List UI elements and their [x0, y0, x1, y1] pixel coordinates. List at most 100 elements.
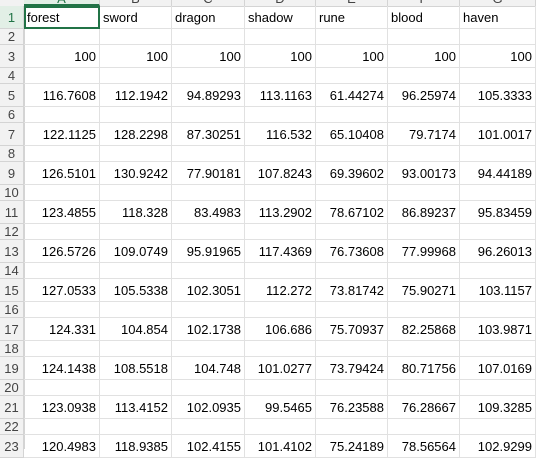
cell-b9[interactable]: 130.9242	[100, 162, 172, 185]
cell-g17[interactable]: 103.9871	[460, 318, 536, 341]
cell-a20[interactable]	[24, 380, 100, 396]
cell-f8[interactable]	[388, 146, 460, 162]
cell-e15[interactable]: 73.81742	[316, 279, 388, 302]
cell-c11[interactable]: 83.4983	[172, 201, 245, 224]
spreadsheet-grid[interactable]: ABCDEFG 1forestsworddragonshadowrunebloo…	[0, 0, 536, 458]
cell-b15[interactable]: 105.5338	[100, 279, 172, 302]
cell-e17[interactable]: 75.70937	[316, 318, 388, 341]
cell-g20[interactable]	[460, 380, 536, 396]
cell-g21[interactable]: 109.3285	[460, 396, 536, 419]
cell-e9[interactable]: 69.39602	[316, 162, 388, 185]
cell-e7[interactable]: 65.10408	[316, 123, 388, 146]
cell-a15[interactable]: 127.0533	[24, 279, 100, 302]
cell-d12[interactable]	[245, 224, 316, 240]
cell-a11[interactable]: 123.4855	[24, 201, 100, 224]
cell-g2[interactable]	[460, 29, 536, 45]
cell-g4[interactable]	[460, 68, 536, 84]
cell-c7[interactable]: 87.30251	[172, 123, 245, 146]
cell-f2[interactable]	[388, 29, 460, 45]
cell-d21[interactable]: 99.5465	[245, 396, 316, 419]
cell-e8[interactable]	[316, 146, 388, 162]
cell-f10[interactable]	[388, 185, 460, 201]
cell-d15[interactable]: 112.272	[245, 279, 316, 302]
cell-c14[interactable]	[172, 263, 245, 279]
cell-d6[interactable]	[245, 107, 316, 123]
cell-b3[interactable]: 100	[100, 45, 172, 68]
cell-b10[interactable]	[100, 185, 172, 201]
cell-e22[interactable]	[316, 419, 388, 435]
row-header-3[interactable]: 3	[0, 45, 24, 68]
cell-f17[interactable]: 82.25868	[388, 318, 460, 341]
cell-e3[interactable]: 100	[316, 45, 388, 68]
cell-d23[interactable]: 101.4102	[245, 435, 316, 458]
cell-c21[interactable]: 102.0935	[172, 396, 245, 419]
cell-f5[interactable]: 96.25974	[388, 84, 460, 107]
cell-e11[interactable]: 78.67102	[316, 201, 388, 224]
cell-f18[interactable]	[388, 341, 460, 357]
row-header-21[interactable]: 21	[0, 396, 24, 419]
cell-a21[interactable]: 123.0938	[24, 396, 100, 419]
cell-d4[interactable]	[245, 68, 316, 84]
cell-g18[interactable]	[460, 341, 536, 357]
cell-a17[interactable]: 124.331	[24, 318, 100, 341]
cell-a7[interactable]: 122.1125	[24, 123, 100, 146]
cell-f22[interactable]	[388, 419, 460, 435]
cell-f14[interactable]	[388, 263, 460, 279]
cell-a8[interactable]	[24, 146, 100, 162]
cell-d7[interactable]: 116.532	[245, 123, 316, 146]
cell-d9[interactable]: 107.8243	[245, 162, 316, 185]
cell-d13[interactable]: 117.4369	[245, 240, 316, 263]
row-header-16[interactable]: 16	[0, 302, 24, 318]
row-header-6[interactable]: 6	[0, 107, 24, 123]
cell-b5[interactable]: 112.1942	[100, 84, 172, 107]
cell-a2[interactable]	[24, 29, 100, 45]
cell-e4[interactable]	[316, 68, 388, 84]
cell-b12[interactable]	[100, 224, 172, 240]
cell-a18[interactable]	[24, 341, 100, 357]
cell-f13[interactable]: 77.99968	[388, 240, 460, 263]
cell-b4[interactable]	[100, 68, 172, 84]
cell-g9[interactable]: 94.44189	[460, 162, 536, 185]
row-header-10[interactable]: 10	[0, 185, 24, 201]
cell-d19[interactable]: 101.0277	[245, 357, 316, 380]
cell-d14[interactable]	[245, 263, 316, 279]
cell-c23[interactable]: 102.4155	[172, 435, 245, 458]
cell-c4[interactable]	[172, 68, 245, 84]
row-header-22[interactable]: 22	[0, 419, 24, 435]
cell-d18[interactable]	[245, 341, 316, 357]
cell-g7[interactable]: 101.0017	[460, 123, 536, 146]
row-header-7[interactable]: 7	[0, 123, 24, 146]
row-header-8[interactable]: 8	[0, 146, 24, 162]
cell-a1[interactable]: forest	[24, 6, 100, 29]
cell-e20[interactable]	[316, 380, 388, 396]
cell-b14[interactable]	[100, 263, 172, 279]
cell-a9[interactable]: 126.5101	[24, 162, 100, 185]
cell-f20[interactable]	[388, 380, 460, 396]
cell-a13[interactable]: 126.5726	[24, 240, 100, 263]
cell-c1[interactable]: dragon	[172, 6, 245, 29]
cell-c22[interactable]	[172, 419, 245, 435]
cell-e16[interactable]	[316, 302, 388, 318]
cell-c16[interactable]	[172, 302, 245, 318]
cell-a3[interactable]: 100	[24, 45, 100, 68]
row-header-20[interactable]: 20	[0, 380, 24, 396]
cell-a16[interactable]	[24, 302, 100, 318]
cell-d16[interactable]	[245, 302, 316, 318]
cell-d22[interactable]	[245, 419, 316, 435]
cell-b22[interactable]	[100, 419, 172, 435]
cell-e23[interactable]: 75.24189	[316, 435, 388, 458]
cell-a14[interactable]	[24, 263, 100, 279]
cell-b16[interactable]	[100, 302, 172, 318]
cell-a12[interactable]	[24, 224, 100, 240]
cell-f7[interactable]: 79.7174	[388, 123, 460, 146]
row-header-19[interactable]: 19	[0, 357, 24, 380]
cell-f21[interactable]: 76.28667	[388, 396, 460, 419]
cell-c12[interactable]	[172, 224, 245, 240]
cell-g5[interactable]: 105.3333	[460, 84, 536, 107]
cell-g13[interactable]: 96.26013	[460, 240, 536, 263]
cell-g14[interactable]	[460, 263, 536, 279]
cell-c19[interactable]: 104.748	[172, 357, 245, 380]
cell-b19[interactable]: 108.5518	[100, 357, 172, 380]
cell-d11[interactable]: 113.2902	[245, 201, 316, 224]
cell-e1[interactable]: rune	[316, 6, 388, 29]
